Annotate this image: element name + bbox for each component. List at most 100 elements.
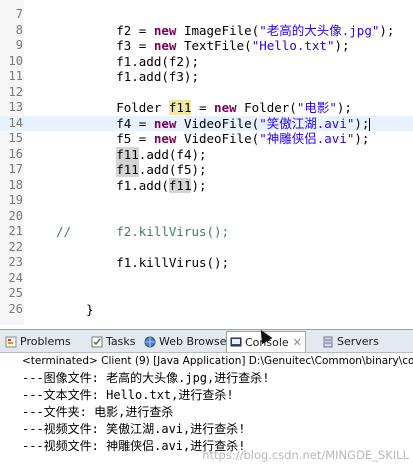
code-token: f1.add(f3); <box>56 69 199 84</box>
code-string: "电影" <box>296 100 337 115</box>
code-text: f1.add(f3); <box>56 69 199 84</box>
code-token: ImageFile( <box>176 22 260 38</box>
code-line: 20 <box>0 209 413 224</box>
code-text: f11.add(f5); <box>56 162 207 177</box>
line-number: 14 <box>8 115 23 130</box>
code-token: f4 = <box>56 115 154 131</box>
code-reference: f11 <box>116 146 139 162</box>
console-icon <box>230 336 242 348</box>
line-number: 12 <box>8 84 23 99</box>
code-token: f1.killVirus(); <box>56 255 230 270</box>
line-number: 24 <box>8 270 23 285</box>
code-text: f5 = new VideoFile("神雕侠侣.avi"); <box>56 131 369 146</box>
code-line: 11 f1.add(f3); <box>0 69 413 84</box>
close-icon[interactable]: ✕ <box>293 336 302 349</box>
code-text: Folder f11 = new Folder("电影"); <box>56 100 352 115</box>
code-reference: f11 <box>168 100 192 115</box>
code-token: ); <box>191 177 207 193</box>
code-line: 16 f11.add(f4); <box>0 146 413 162</box>
tab-web-browser[interactable]: Web Browser <box>141 332 231 351</box>
console-line: ---视频文件: 笑傲江湖.avi,进行查杀! <box>22 422 246 436</box>
tab-servers[interactable]: Servers <box>319 332 389 351</box>
code-line: 12 <box>0 85 413 100</box>
code-text: f1.killVirus(); <box>56 255 229 270</box>
code-token: ); <box>379 22 395 38</box>
console-line: ---图像文件: 老高的大头像.jpg,进行查杀! <box>22 371 270 385</box>
view-tab-bar: Problems Tasks Web Browser Console ✕ Ser… <box>0 330 413 353</box>
problems-icon <box>5 336 17 348</box>
code-token: VideoFile( <box>176 131 260 146</box>
code-text: } <box>56 302 94 317</box>
code-string: "神雕侠侣.avi" <box>259 131 355 146</box>
code-string: "Hello.txt" <box>251 38 335 53</box>
code-text: f4 = new VideoFile("笑傲江湖.avi"); <box>56 115 371 131</box>
globe-icon <box>144 336 156 348</box>
code-line: 15 f5 = new VideoFile("神雕侠侣.avi"); <box>0 131 413 146</box>
code-text: // f2.killVirus(); <box>56 224 229 239</box>
line-number: 26 <box>8 301 23 316</box>
code-token: f5 = <box>56 131 154 146</box>
line-number: 20 <box>8 208 23 223</box>
code-keyword: new <box>153 115 177 131</box>
code-token: f1.add( <box>56 177 169 193</box>
code-line: 23 f1.killVirus(); <box>0 255 413 270</box>
code-token: ); <box>354 131 370 146</box>
code-line: 18 f1.add(f11); <box>0 177 413 193</box>
code-token: TextFile( <box>176 38 252 53</box>
code-token: .add(f4); <box>138 146 207 162</box>
code-token: ); <box>336 100 352 115</box>
code-token: ); <box>334 38 350 53</box>
line-number: 13 <box>8 100 23 114</box>
code-text: f11.add(f4); <box>56 146 207 162</box>
code-keyword: new <box>153 38 177 53</box>
code-line: 8 f2 = new ImageFile("老高的大头像.jpg"); <box>0 23 413 38</box>
code-token: Folder <box>56 100 169 115</box>
code-text: f2 = new ImageFile("老高的大头像.jpg"); <box>56 23 394 38</box>
text-caret <box>369 117 371 131</box>
code-token: .add(f5); <box>138 162 207 177</box>
code-line: 26 } <box>0 302 413 317</box>
code-token: VideoFile( <box>176 115 260 131</box>
tab-label: Tasks <box>106 335 136 348</box>
code-string: "笑傲江湖.avi" <box>259 115 355 131</box>
line-number: 17 <box>8 162 23 176</box>
line-number: 7 <box>15 7 23 21</box>
tab-problems[interactable]: Problems <box>2 332 84 351</box>
code-line: 10 f1.add(f2); <box>0 54 413 69</box>
code-line: 13 Folder f11 = new Folder("电影"); <box>0 100 413 115</box>
line-number: 10 <box>8 53 23 68</box>
line-number: 16 <box>8 146 23 161</box>
code-string: "老高的大头像.jpg" <box>259 22 380 38</box>
line-number: 8 <box>15 22 23 37</box>
code-token: f3 = <box>56 38 154 53</box>
console-output[interactable]: ---图像文件: 老高的大头像.jpg,进行查杀! ---文本文件: Hello.… <box>0 370 413 455</box>
line-number: 22 <box>8 239 23 254</box>
line-number: 21 <box>8 224 23 238</box>
bottom-views-panel: Problems Tasks Web Browser Console ✕ Ser… <box>0 329 413 465</box>
code-line: 14 f4 = new VideoFile("笑傲江湖.avi"); <box>0 115 413 131</box>
code-text: f3 = new TextFile("Hello.txt"); <box>56 38 350 53</box>
code-line: 9 f3 = new TextFile("Hello.txt"); <box>0 38 413 53</box>
code-token: = <box>191 100 215 115</box>
code-line: 22 <box>0 240 413 255</box>
line-number: 15 <box>8 131 23 145</box>
code-line: 21 // f2.killVirus(); <box>0 224 413 239</box>
code-comment: // f2.killVirus(); <box>56 224 230 239</box>
console-line: ---文本文件: Hello.txt,进行查杀! <box>22 388 234 402</box>
code-reference: f11 <box>116 162 139 177</box>
code-reference: f11 <box>168 177 192 193</box>
tab-label: Problems <box>20 335 71 348</box>
code-editor[interactable]: 78 f2 = new ImageFile("老高的大头像.jpg"); 9 f3… <box>0 0 413 325</box>
line-number: 25 <box>8 286 23 300</box>
code-keyword: new <box>214 100 237 115</box>
tab-tasks[interactable]: Tasks <box>88 332 140 351</box>
code-token: } <box>56 301 94 317</box>
watermark-text: https://blog.csdn.net/MINGDE_SKILL <box>202 448 409 462</box>
code-token: f2 = <box>56 22 154 38</box>
code-token: Folder( <box>236 100 297 115</box>
code-line: 24 <box>0 271 413 286</box>
code-text: f1.add(f2); <box>56 54 199 69</box>
code-line: 25 <box>0 286 413 301</box>
line-number: 18 <box>8 177 23 192</box>
